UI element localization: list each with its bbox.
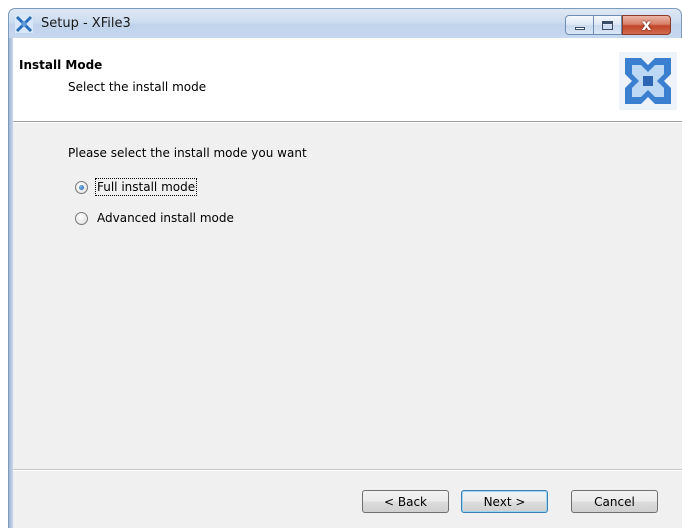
window-title: Setup - XFile3 [41, 16, 131, 31]
advanced-install-option[interactable]: Advanced install mode [75, 209, 234, 227]
maximize-icon [602, 20, 613, 30]
minimize-icon [574, 27, 585, 30]
full-install-radio[interactable] [75, 180, 88, 194]
wizard-body: Please select the install mode you want … [13, 123, 682, 469]
page-title: Install Mode [19, 58, 103, 72]
wizard-header: Install Mode Select the install mode [13, 38, 682, 122]
cancel-button[interactable]: Cancel [571, 490, 658, 513]
next-button[interactable]: Next > [461, 490, 548, 513]
full-install-option[interactable]: Full install mode [75, 178, 198, 196]
close-icon: x [641, 15, 652, 34]
advanced-install-radio[interactable] [75, 211, 88, 225]
back-button[interactable]: < Back [362, 490, 449, 513]
full-install-label[interactable]: Full install mode [94, 178, 198, 196]
close-button[interactable]: x [622, 15, 671, 35]
xfile-app-icon [15, 15, 33, 33]
maximize-button[interactable] [594, 15, 622, 35]
title-bar[interactable]: Setup - XFile3 x [8, 8, 682, 38]
advanced-install-label[interactable]: Advanced install mode [97, 211, 234, 225]
wizard-footer: < Back Next > Cancel [13, 469, 682, 528]
install-mode-prompt: Please select the install mode you want [68, 146, 307, 160]
page-subtitle: Select the install mode [68, 80, 207, 94]
setup-window: Setup - XFile3 x Install Mode Select the… [0, 0, 682, 528]
minimize-button[interactable] [565, 15, 594, 35]
xfile-logo-icon [619, 52, 677, 110]
